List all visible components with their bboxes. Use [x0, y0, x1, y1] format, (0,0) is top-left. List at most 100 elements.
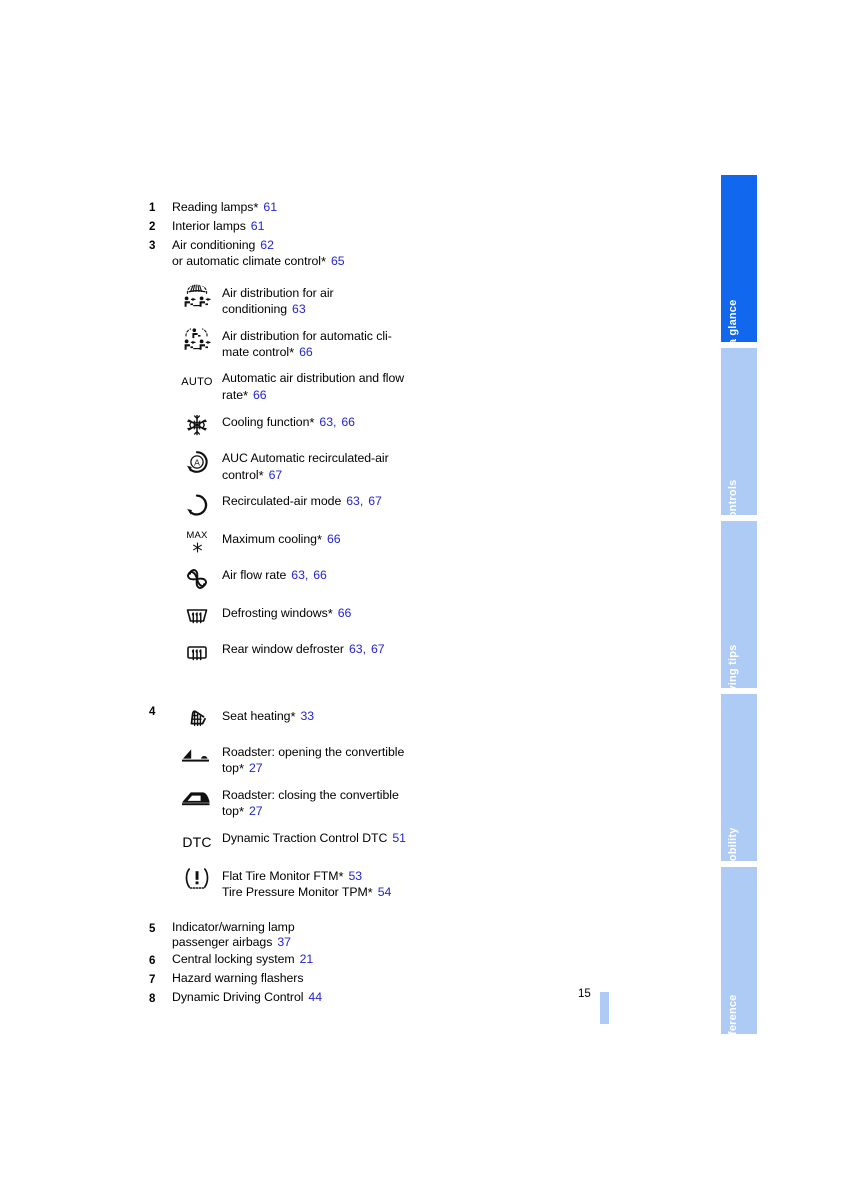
page-ref[interactable]: 37 — [277, 935, 291, 949]
legend-text: Interior lamps 61 — [172, 218, 264, 234]
page-ref[interactable]: 63 — [349, 642, 363, 656]
page-ref[interactable]: 54 — [378, 885, 392, 899]
icon-row-recirculated-air: Recirculated-air mode 63, 67 — [172, 490, 599, 520]
page-ref[interactable]: 62 — [260, 238, 274, 252]
page-ref[interactable]: 53 — [348, 869, 362, 883]
legend-entry-3: 3 Air conditioning 62 or automatic climat… — [149, 237, 599, 270]
icon-row-defrosting-windows: Defrosting windows* 66 — [172, 601, 599, 631]
label-line-1: Flat Tire Monitor FTM* 53 — [222, 868, 363, 884]
label-line-2: Tire Pressure Monitor TPM* 54 — [222, 885, 392, 901]
legend-text: Hazard warning flashers — [172, 971, 304, 986]
tab-controls[interactable]: Controls — [721, 348, 757, 526]
page-ref[interactable]: 51 — [392, 831, 406, 845]
optional-equipment-asterisk: * — [258, 467, 264, 483]
icon-row-label: Air distribution for air conditioning 63 — [222, 282, 334, 318]
label-line-1: Air distribution for automatic cli- — [222, 328, 392, 343]
page-ref[interactable]: 67 — [371, 642, 385, 656]
legend-text: Central locking system 21 — [172, 952, 313, 967]
tab-reference[interactable]: Reference — [721, 867, 757, 1050]
page-ref[interactable]: 66 — [327, 532, 341, 546]
page-ref[interactable]: 63 — [292, 302, 306, 316]
windshield-defrost-icon — [172, 601, 222, 631]
legend-list: 1 Reading lamps* 61 2 Interior lamps 61 3 … — [149, 199, 599, 1009]
page-ref[interactable]: 63 — [346, 494, 360, 508]
convertible-top-open-icon — [172, 741, 222, 771]
icon-row-seat-heating: Seat heating* 33 — [172, 704, 599, 734]
label-line-1: Automatic air distribution and flow — [222, 371, 405, 386]
legend-entry-5: 5 Indicator/warning lamp passenger airba… — [149, 920, 599, 951]
page-ref[interactable]: 63 — [319, 415, 333, 429]
tab-at-a-glance[interactable]: At a glance — [721, 175, 757, 360]
page-ref[interactable]: 44 — [308, 990, 322, 1004]
label-line-1: Roadster: opening the convertible — [222, 745, 405, 760]
optional-equipment-asterisk: * — [238, 804, 244, 820]
legend-line: Indicator/warning lamp — [172, 919, 295, 934]
legend-number: 8 — [149, 993, 156, 1006]
tab-mobility[interactable]: Mobility — [721, 694, 757, 871]
optional-equipment-asterisk: * — [309, 415, 315, 431]
max-cooling-icon: MAX — [172, 527, 222, 557]
page-ref[interactable]: 66 — [253, 388, 267, 402]
max-label: MAX — [186, 530, 208, 542]
label-line-2: rate* 66 — [222, 387, 267, 403]
tab-label: Mobility — [727, 827, 739, 871]
page-ref[interactable]: 66 — [299, 345, 313, 359]
optional-equipment-asterisk: * — [338, 868, 344, 884]
icon-row-auc: A AUC Automatic recirculated-air control… — [172, 447, 599, 483]
convertible-top-close-icon — [172, 784, 222, 814]
page-marker-bar — [600, 992, 609, 1024]
page-ref[interactable]: 67 — [269, 468, 283, 482]
icon-row-cooling: Cooling function* 63, 66 — [172, 410, 599, 440]
icon-row-label: Automatic air distribution and flow rate… — [222, 367, 404, 403]
page-ref[interactable]: 27 — [249, 761, 263, 775]
icon-row-label: Air flow rate 63, 66 — [222, 564, 327, 583]
label-line-2: top* 27 — [222, 761, 263, 777]
legend-label: Air conditioning — [172, 238, 256, 252]
icon-row-label: Cooling function* 63, 66 — [222, 410, 355, 430]
label-line-1: Recirculated-air mode 63, 67 — [222, 494, 382, 509]
optional-equipment-asterisk: * — [290, 709, 296, 725]
legend-text: Air conditioning 62 or automatic climate … — [172, 237, 345, 270]
icon-row-max-cooling: MAX Maximum cooling* 66 — [172, 527, 599, 557]
label-line-1: AUC Automatic recirculated-air — [222, 451, 389, 466]
page-ref[interactable]: 63 — [291, 568, 305, 582]
legend-text: Reading lamps* 61 — [172, 199, 277, 215]
label-line-1: Defrosting windows* 66 — [222, 606, 352, 622]
icon-row-air-flow-rate: Air flow rate 63, 66 — [172, 564, 599, 594]
tab-driving-tips[interactable]: Driving tips — [721, 521, 757, 707]
legend-label: or automatic climate control — [172, 254, 321, 269]
icon-row-label: Roadster: closing the convertible top* 27 — [222, 784, 399, 820]
page-ref[interactable]: 61 — [251, 219, 265, 233]
page-ref[interactable]: 21 — [300, 952, 314, 966]
page-ref[interactable]: 27 — [249, 804, 263, 818]
legend-number: 4 — [149, 706, 156, 719]
page-ref[interactable]: 33 — [300, 709, 314, 723]
label-line-2: top* 27 — [222, 804, 263, 820]
dtc-text-icon: DTC — [172, 827, 222, 857]
page-ref[interactable]: 67 — [368, 494, 382, 508]
tab-label: Reference — [727, 994, 739, 1050]
icon-row-dtc: DTC Dynamic Traction Control DTC 51 — [172, 827, 599, 857]
tab-label: Controls — [727, 479, 739, 527]
thumb-index: At a glance Controls Driving tips Mobili… — [721, 175, 757, 1050]
legend-entry-2: 2 Interior lamps 61 — [149, 218, 599, 235]
legend-entry-7: 7 Hazard warning flashers — [149, 971, 599, 988]
page-number: 15 — [578, 988, 591, 1000]
recirculated-air-icon — [172, 490, 222, 520]
icon-row-label: Rear window defroster 63, 67 — [222, 638, 385, 657]
page-ref[interactable]: 65 — [331, 254, 345, 268]
console-icon-group: Seat heating* 33 Roadster: opening the co… — [149, 704, 599, 900]
legend-line: or automatic climate control* 65 — [172, 253, 345, 269]
page-ref[interactable]: 61 — [263, 200, 277, 214]
label-line-1: Dynamic Traction Control DTC 51 — [222, 830, 406, 845]
icon-row-convertible-top-close: Roadster: closing the convertible top* 27 — [172, 784, 599, 820]
legend-label: Interior lamps — [172, 219, 246, 233]
legend-text: Dynamic Driving Control 44 — [172, 990, 322, 1005]
page-ref[interactable]: 66 — [341, 415, 355, 429]
icon-row-label: Maximum cooling* 66 — [222, 527, 341, 547]
page-ref[interactable]: 66 — [313, 568, 327, 582]
icon-row-rear-window-defroster: Rear window defroster 63, 67 — [172, 638, 599, 668]
optional-equipment-asterisk: * — [367, 885, 373, 901]
fan-icon — [172, 564, 222, 594]
page-ref[interactable]: 66 — [338, 606, 352, 620]
